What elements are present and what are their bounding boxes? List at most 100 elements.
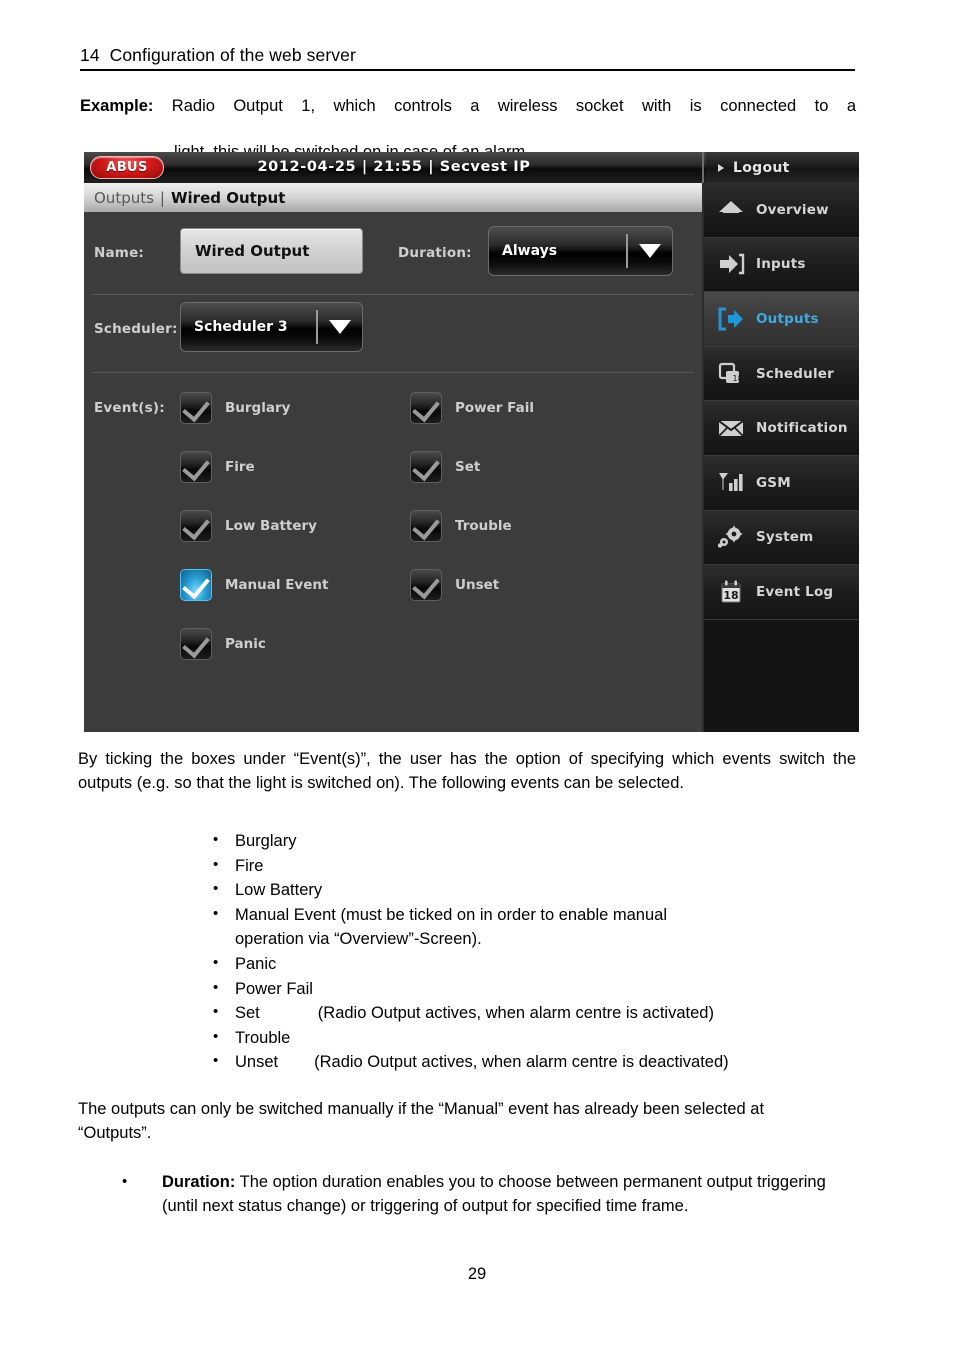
event-bullet-text: Trouble bbox=[235, 1028, 291, 1047]
checkbox-checked-icon[interactable] bbox=[180, 569, 212, 601]
sidebar-item-event-log[interactable]: 18 Event Log bbox=[704, 565, 859, 620]
event-checkbox-burglary[interactable]: Burglary bbox=[180, 392, 290, 424]
example-text-1: Radio Output 1, which controls a wireles… bbox=[171, 97, 856, 115]
app-top-bar: ABUS 2012-04-25 | 21:55 | Secvest IP Log… bbox=[84, 152, 859, 183]
arrow-out-icon bbox=[716, 304, 746, 334]
event-bullet-item: Burglary bbox=[205, 828, 895, 854]
header-rule bbox=[80, 69, 855, 71]
svg-text:18: 18 bbox=[733, 374, 743, 383]
event-bullet-item: Manual Event (must be ticked on in order… bbox=[205, 902, 895, 952]
event-checkbox-low-battery[interactable]: Low Battery bbox=[180, 510, 317, 542]
event-bullet-text: Manual Event (must be ticked on in order… bbox=[235, 905, 667, 924]
event-bullet-text: Power Fail bbox=[235, 979, 313, 998]
event-bullet-text: Set bbox=[235, 1004, 260, 1023]
event-checkbox-manual-event[interactable]: Manual Event bbox=[180, 569, 328, 601]
event-checkbox-label: Unset bbox=[455, 577, 500, 593]
event-bullet-item: Trouble bbox=[205, 1025, 895, 1051]
event-bullet-item: Panic bbox=[205, 951, 895, 977]
event-checkbox-power-fail[interactable]: Power Fail bbox=[410, 392, 534, 424]
event-bullet-text: Unset bbox=[235, 1053, 279, 1072]
checkmark-icon bbox=[182, 511, 210, 541]
app-content-panel: Name: Wired Output Duration: Always Sche… bbox=[84, 212, 702, 732]
sidebar-item-label: Scheduler bbox=[756, 365, 835, 382]
example-label: Example: bbox=[80, 97, 154, 115]
breadcrumb-separator: | bbox=[159, 188, 165, 207]
sidebar-item-label: Notification bbox=[756, 420, 848, 437]
breadcrumb-parent[interactable]: Outputs bbox=[94, 189, 154, 207]
event-bullet-item: Power Fail bbox=[205, 976, 895, 1002]
app-header-title: 2012-04-25 | 21:55 | Secvest IP bbox=[257, 159, 531, 175]
sidebar-item-overview[interactable]: Overview bbox=[704, 183, 859, 238]
paragraph-manual-switch: The outputs can only be switched manuall… bbox=[78, 1100, 765, 1142]
checkmark-icon bbox=[412, 570, 440, 600]
sidebar-item-gsm[interactable]: GSM bbox=[704, 455, 859, 511]
sidebar-item-label: System bbox=[756, 529, 814, 546]
arrow-right-icon bbox=[718, 163, 724, 172]
event-bullet-note: (Radio Output actives, when alarm centre… bbox=[317, 1004, 714, 1023]
checkbox-unchecked-icon[interactable] bbox=[410, 510, 442, 542]
envelope-icon bbox=[716, 413, 746, 443]
event-checkbox-panic[interactable]: Panic bbox=[180, 628, 266, 660]
event-checkbox-label: Trouble bbox=[455, 518, 512, 534]
event-checkbox-trouble[interactable]: Trouble bbox=[410, 510, 512, 542]
duration-bullet: Duration: The option duration enables yo… bbox=[118, 1170, 858, 1218]
duration-bullet-label: Duration: bbox=[162, 1173, 236, 1191]
scheduler-value: Scheduler 3 bbox=[194, 319, 288, 335]
checkbox-unchecked-icon[interactable] bbox=[180, 510, 212, 542]
name-input[interactable]: Wired Output bbox=[180, 228, 363, 274]
scheduler-label: Scheduler: bbox=[94, 321, 178, 337]
chapter-header-text: 14 Configuration of the web server bbox=[80, 45, 356, 65]
checkbox-unchecked-icon[interactable] bbox=[410, 569, 442, 601]
divider-2 bbox=[92, 372, 694, 373]
duration-bullet-text: The option duration enables you to choos… bbox=[162, 1173, 826, 1215]
duration-value: Always bbox=[502, 243, 558, 259]
checkbox-unchecked-icon[interactable] bbox=[180, 392, 212, 424]
event-bullet-note: (Radio Output actives, when alarm centre… bbox=[314, 1053, 729, 1072]
checkbox-unchecked-icon[interactable] bbox=[410, 392, 442, 424]
top-bar-divider bbox=[702, 152, 704, 183]
event-bullet-item: Set (Radio Output actives, when alarm cen… bbox=[205, 1000, 895, 1026]
event-checkbox-label: Set bbox=[455, 459, 481, 475]
chevron-down-icon bbox=[318, 320, 362, 334]
checkmark-icon bbox=[412, 452, 440, 482]
sidebar-item-inputs[interactable]: Inputs bbox=[704, 237, 859, 293]
event-bullet-item: Low Battery bbox=[205, 877, 895, 903]
logout-label: Logout bbox=[733, 159, 790, 176]
event-checkbox-label: Low Battery bbox=[225, 518, 317, 534]
event-bullet-item: Unset (Radio Output actives, when alarm c… bbox=[205, 1049, 895, 1075]
app-sidebar: Overview Inputs Outputs 18 Scheduler Notifica… bbox=[704, 183, 859, 732]
document-page: 14 Configuration of the web server Examp… bbox=[0, 0, 954, 1355]
sidebar-item-scheduler[interactable]: 18 Scheduler bbox=[704, 346, 859, 402]
chapter-header: 14 Configuration of the web server bbox=[80, 45, 855, 71]
logout-button[interactable]: Logout bbox=[706, 152, 859, 183]
checkmark-icon bbox=[412, 511, 440, 541]
scheduler-dropdown[interactable]: Scheduler 3 bbox=[180, 302, 363, 352]
checkbox-unchecked-icon[interactable] bbox=[410, 451, 442, 483]
checkbox-unchecked-icon[interactable] bbox=[180, 451, 212, 483]
paragraph-events-intro: By ticking the boxes under “Event(s)”, t… bbox=[78, 750, 856, 792]
checkmark-icon bbox=[182, 393, 210, 423]
checkbox-unchecked-icon[interactable] bbox=[180, 628, 212, 660]
event-bullet-text: Burglary bbox=[235, 832, 297, 850]
embedded-app-screenshot: ABUS 2012-04-25 | 21:55 | Secvest IP Log… bbox=[84, 152, 859, 732]
duration-dropdown[interactable]: Always bbox=[488, 226, 673, 276]
sidebar-item-label: Outputs bbox=[756, 310, 819, 327]
event-checkbox-set[interactable]: Set bbox=[410, 451, 480, 483]
event-bullet-text: Panic bbox=[235, 954, 277, 973]
sidebar-item-outputs[interactable]: Outputs bbox=[704, 292, 859, 347]
event-bullet-text: Fire bbox=[235, 856, 264, 875]
sidebar-item-system[interactable]: System bbox=[704, 510, 859, 566]
example-line-1: Example: Radio Output 1, which controls … bbox=[80, 95, 856, 141]
event-checkbox-unset[interactable]: Unset bbox=[410, 569, 499, 601]
sidebar-item-label: GSM bbox=[756, 474, 791, 491]
duration-label: Duration: bbox=[398, 245, 472, 261]
svg-text:18: 18 bbox=[723, 589, 738, 602]
event-bullet-text: Low Battery bbox=[235, 881, 323, 900]
breadcrumb: Outputs | Wired Output bbox=[84, 183, 702, 212]
sidebar-item-label: Event Log bbox=[756, 583, 834, 600]
sidebar-item-label: Overview bbox=[756, 201, 829, 218]
sidebar-item-notification[interactable]: Notification bbox=[704, 401, 859, 456]
event-checkbox-fire[interactable]: Fire bbox=[180, 451, 255, 483]
event-bullet-continuation: operation via “Overview”-Screen). bbox=[235, 930, 482, 949]
home-icon bbox=[716, 195, 746, 225]
